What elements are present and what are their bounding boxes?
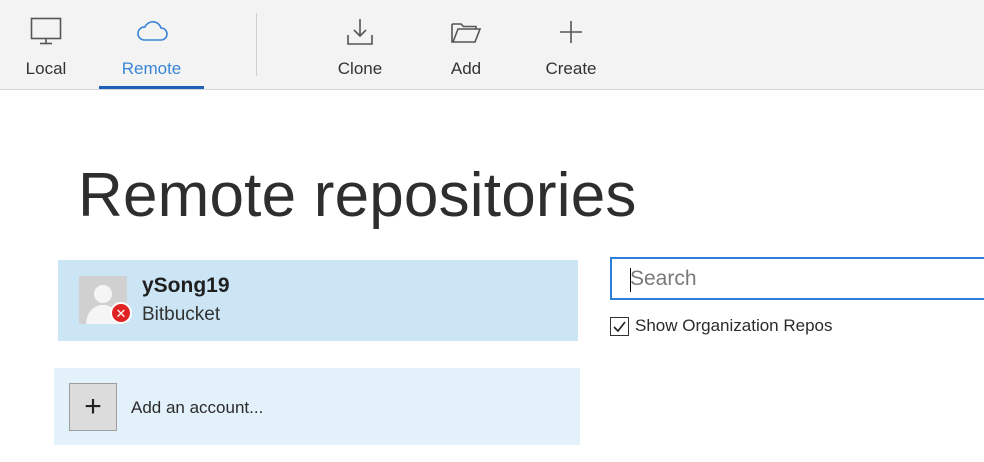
add-button[interactable]: Add (430, 0, 502, 90)
checkmark-icon (613, 321, 626, 332)
plus-icon (554, 16, 588, 48)
add-account-button[interactable]: + Add an account... (54, 368, 580, 445)
tab-local[interactable]: Local (0, 0, 92, 90)
page-title: Remote repositories (78, 161, 637, 230)
add-account-label: Add an account... (131, 398, 264, 417)
account-name: ySong19 (142, 274, 230, 297)
add-label: Add (450, 59, 482, 78)
tab-remote-label: Remote (121, 59, 182, 78)
active-tab-indicator (99, 86, 204, 89)
download-icon (343, 16, 377, 48)
monitor-icon (29, 16, 63, 48)
toolbar: Local Remote Clone Add Create (0, 0, 984, 90)
show-org-repos-toggle[interactable]: Show Organization Repos (610, 315, 833, 337)
text-caret (630, 268, 631, 292)
folder-open-icon (449, 16, 483, 48)
tab-local-label: Local (25, 59, 67, 78)
org-repos-label: Show Organization Repos (635, 316, 833, 335)
account-item[interactable]: ✕ ySong19 Bitbucket (58, 260, 578, 341)
create-label: Create (545, 59, 597, 78)
clone-button[interactable]: Clone (320, 0, 400, 90)
error-x-icon: ✕ (110, 302, 132, 324)
cloud-icon (135, 16, 169, 48)
clone-label: Clone (337, 59, 383, 78)
search-field[interactable] (610, 257, 984, 300)
org-repos-checkbox[interactable] (610, 316, 629, 336)
tab-remote[interactable]: Remote (99, 0, 204, 90)
account-provider: Bitbucket (142, 304, 221, 325)
toolbar-divider (256, 13, 257, 76)
search-input[interactable] (612, 259, 984, 298)
create-button[interactable]: Create (533, 0, 609, 90)
add-plus-icon: + (69, 383, 117, 431)
